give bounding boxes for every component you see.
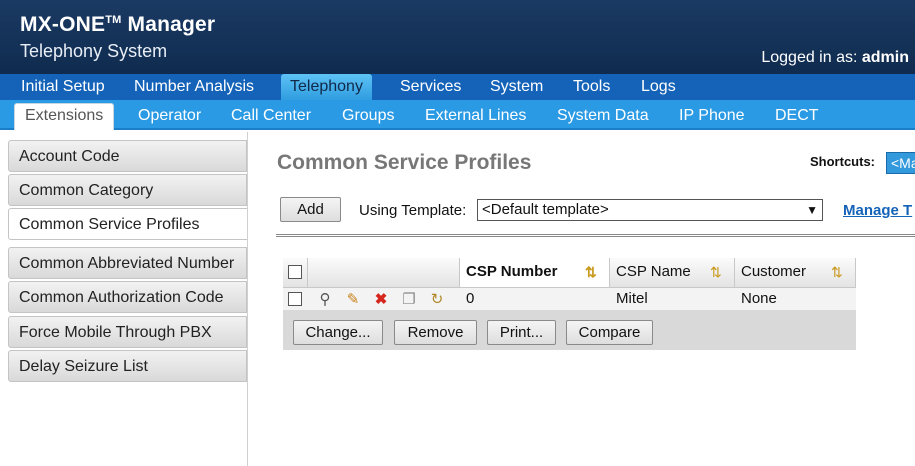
select-all-checkbox[interactable] (288, 265, 302, 279)
tab-extensions[interactable]: Extensions (14, 103, 115, 130)
column-header-csp-name[interactable]: CSP Name ⇅ (610, 258, 735, 288)
brand-logo: MX-ONETM Manager (20, 13, 216, 36)
row-checkbox[interactable] (288, 292, 302, 306)
tab-groups[interactable]: Groups (332, 104, 404, 128)
column-header-label: CSP Number (466, 263, 558, 280)
sidebar-item-delay-seizure-list[interactable]: Delay Seizure List (8, 350, 247, 382)
chevron-down-icon: ▼ (806, 203, 818, 217)
shortcuts-select[interactable]: <Ma (886, 152, 915, 174)
main-nav-tools[interactable]: Tools (564, 74, 619, 100)
template-select-value: <Default template> (482, 201, 609, 218)
sort-icon[interactable]: ⇅ (585, 264, 601, 280)
sidebar-item-common-category[interactable]: Common Category (8, 174, 247, 206)
shortcuts-label: Shortcuts: (810, 154, 875, 169)
sidebar-item-common-abbreviated-number[interactable]: Common Abbreviated Number (8, 247, 247, 279)
sidebar-item-common-service-profiles[interactable]: Common Service Profiles (8, 208, 247, 240)
sidebar-item-common-authorization-code[interactable]: Common Authorization Code (8, 281, 247, 313)
sidebar-item-account-code[interactable]: Account Code (8, 140, 247, 172)
username: admin (861, 49, 909, 66)
sort-icon[interactable]: ⇅ (831, 264, 847, 280)
column-header-customer[interactable]: Customer ⇅ (735, 258, 856, 288)
csp-table: CSP Number ⇅ CSP Name ⇅ Customer ⇅ ⚲ ✎ ✖… (283, 258, 856, 350)
delete-icon[interactable]: ✖ (373, 292, 389, 308)
template-select[interactable]: <Default template> ▼ (477, 199, 823, 221)
sidebar: Account Code Common Category Common Serv… (0, 132, 248, 466)
tab-call-center[interactable]: Call Center (221, 104, 321, 128)
main-nav-services[interactable]: Services (391, 74, 470, 100)
column-header-label: CSP Name (616, 263, 691, 280)
app-header: MX-ONETM Manager Telephony System Logged… (0, 0, 915, 74)
print-button[interactable]: Print... (487, 320, 556, 345)
main-nav-system[interactable]: System (481, 74, 552, 100)
edit-pencil-icon[interactable]: ✎ (345, 292, 361, 308)
sort-icon[interactable]: ⇅ (710, 264, 726, 280)
tab-system-data[interactable]: System Data (547, 104, 659, 128)
login-status: Logged in as: admin (761, 49, 909, 66)
select-all-header (283, 258, 308, 288)
compare-button[interactable]: Compare (566, 320, 653, 345)
refresh-icon[interactable]: ↻ (429, 292, 445, 308)
actions-header (308, 258, 460, 288)
cell-csp-number: 0 (466, 290, 475, 307)
tab-external-lines[interactable]: External Lines (415, 104, 536, 128)
main-nav-logs[interactable]: Logs (632, 74, 685, 100)
search-icon[interactable]: ⚲ (317, 292, 333, 308)
template-label: Using Template: (359, 202, 467, 219)
main-content: Common Service Profiles Shortcuts: <Ma A… (249, 132, 915, 466)
cell-csp-name: Mitel (616, 290, 648, 307)
app-subtitle: Telephony System (20, 41, 168, 61)
divider (276, 234, 915, 237)
main-nav: Initial Setup Number Analysis Telephony … (0, 74, 915, 100)
cell-customer: None (741, 290, 777, 307)
column-header-csp-number[interactable]: CSP Number ⇅ (460, 258, 610, 288)
tab-operator[interactable]: Operator (128, 104, 211, 128)
copy-icon[interactable]: ❐ (401, 292, 417, 308)
tab-ip-phone[interactable]: IP Phone (669, 104, 755, 128)
main-nav-number-analysis[interactable]: Number Analysis (125, 74, 263, 100)
sub-nav: Extensions Operator Call Center Groups E… (0, 100, 915, 130)
page-title: Common Service Profiles (277, 151, 532, 174)
change-button[interactable]: Change... (293, 320, 383, 345)
remove-button[interactable]: Remove (394, 320, 477, 345)
tab-dect[interactable]: DECT (765, 104, 829, 128)
main-nav-telephony[interactable]: Telephony (281, 74, 372, 100)
column-header-label: Customer (741, 263, 807, 280)
add-button[interactable]: Add (280, 197, 341, 222)
sidebar-item-force-mobile-through-pbx[interactable]: Force Mobile Through PBX (8, 316, 247, 348)
main-nav-initial-setup[interactable]: Initial Setup (12, 74, 114, 100)
manage-templates-link[interactable]: Manage T (843, 202, 912, 219)
